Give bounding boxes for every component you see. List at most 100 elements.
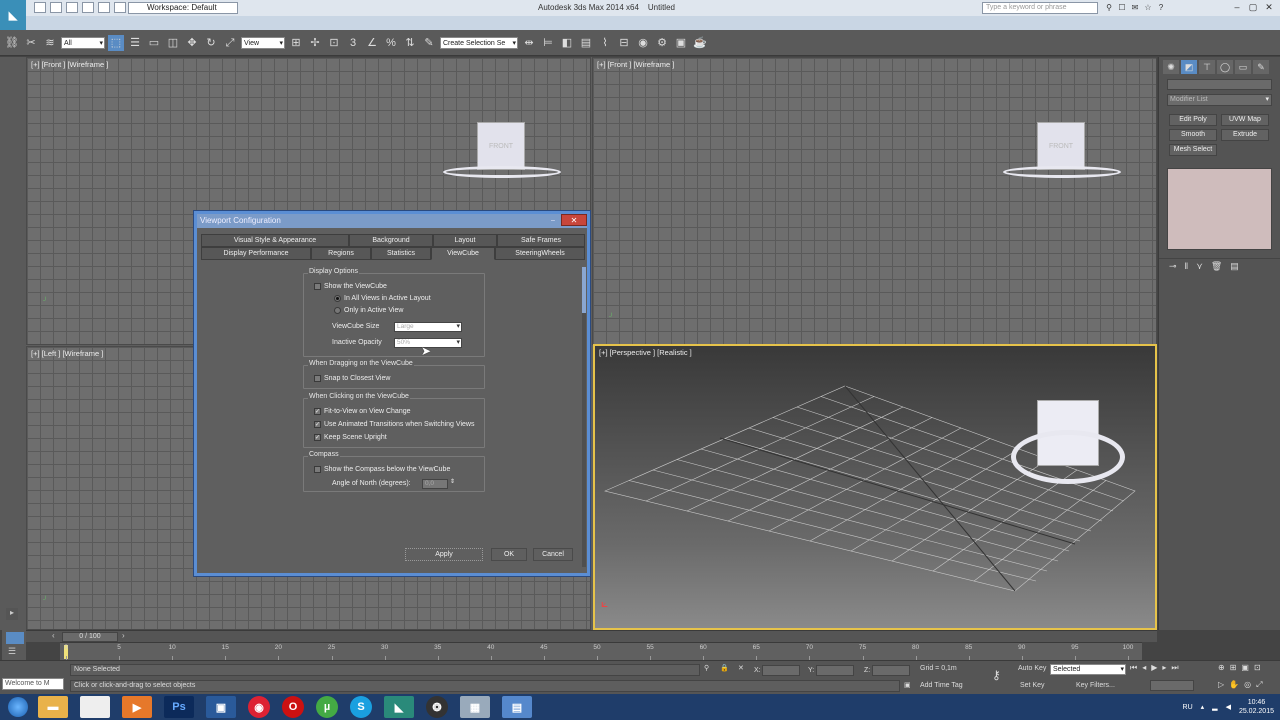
viewcube-ring[interactable]	[1011, 430, 1125, 484]
app-icon[interactable]: ❂	[426, 696, 448, 718]
radio-button[interactable]	[334, 295, 341, 302]
align-icon[interactable]: ⊨	[540, 35, 556, 51]
tab-safe-frames[interactable]: Safe Frames	[497, 234, 585, 247]
time-slider[interactable]: ‹ 0 / 100 ›	[26, 630, 1157, 642]
checkbox[interactable]	[314, 283, 321, 290]
remove-modifier-icon[interactable]: 🗑	[1211, 261, 1222, 272]
next-frame-icon[interactable]: ›	[122, 631, 125, 640]
render-icon[interactable]: ☕	[692, 35, 708, 51]
window-crossing-icon[interactable]: ◫	[165, 35, 181, 51]
rect-region-icon[interactable]: ▭	[146, 35, 162, 51]
z-coord-field[interactable]	[872, 665, 910, 676]
chrome-icon[interactable]: ◉	[248, 696, 270, 718]
prev-key-icon[interactable]: ◂	[1142, 663, 1146, 673]
track-bar[interactable]: 0 5 10 15 20 25 30 35 40 45 50 55 60 65 70 75 80 85 90 95 10…	[60, 642, 1142, 660]
binoculars-icon[interactable]: ⚲	[1104, 2, 1114, 13]
tab-display-performance[interactable]: Display Performance	[201, 247, 311, 260]
angle-north-spinner[interactable]: 0,0	[422, 479, 448, 489]
modifier-button[interactable]: Mesh Select	[1169, 144, 1217, 156]
checkbox[interactable]	[314, 421, 321, 428]
viewcube-ring[interactable]	[443, 166, 561, 178]
fit-to-view-row[interactable]: Fit-to-View on View Change	[314, 408, 411, 415]
search-input[interactable]: Type a keyword or phrase	[982, 2, 1098, 14]
pan-icon[interactable]: ✋	[1229, 680, 1239, 690]
modifier-list-select[interactable]: Modifier List	[1167, 94, 1272, 106]
dialog-title[interactable]: Viewport Configuration – ✕	[197, 214, 587, 228]
time-tag-icon[interactable]: ▣	[904, 680, 911, 692]
auto-key-button[interactable]: Auto Key	[1018, 663, 1046, 675]
grid-toggle-icon[interactable]	[6, 632, 24, 644]
key-mode-select[interactable]: Selected	[1050, 664, 1126, 675]
rotate-icon[interactable]: ↻	[203, 35, 219, 51]
snaps-icon[interactable]: 3	[345, 35, 361, 51]
start-button-icon[interactable]	[8, 697, 28, 717]
tab-layout[interactable]: Layout	[433, 234, 497, 247]
viewport-perspective[interactable]: [+] [Perspective ] [Realistic ] ⟀	[593, 344, 1157, 630]
keep-upright-row[interactable]: Keep Scene Upright	[314, 434, 387, 441]
checkbox[interactable]	[314, 434, 321, 441]
all-views-radio-row[interactable]: In All Views in Active Layout	[334, 295, 431, 302]
tab-regions[interactable]: Regions	[311, 247, 371, 260]
modify-tab-icon[interactable]: ◩	[1181, 60, 1197, 74]
help-icon[interactable]: ?	[1156, 2, 1166, 13]
maxscript-listener[interactable]: Welcome to M	[2, 678, 64, 690]
workspace-select[interactable]: Workspace: Default	[128, 2, 238, 14]
minimize-icon[interactable]: –	[1230, 1, 1244, 14]
radio-button[interactable]	[334, 307, 341, 314]
material-editor-icon[interactable]: ◉	[635, 35, 651, 51]
set-key-button[interactable]: Set Key	[1020, 680, 1045, 692]
render-setup-icon[interactable]: ⚙	[654, 35, 670, 51]
rendered-frame-icon[interactable]: ▣	[673, 35, 689, 51]
motion-tab-icon[interactable]: ◯	[1217, 60, 1233, 74]
select-object-icon[interactable]: ⬚	[108, 34, 124, 51]
checkbox[interactable]	[314, 375, 321, 382]
maximize-icon[interactable]: ▢	[1246, 1, 1260, 14]
hold-icon[interactable]	[114, 2, 126, 13]
media-player-icon[interactable]: ▶	[122, 696, 152, 718]
percent-snap-icon[interactable]: %	[383, 35, 399, 51]
new-file-icon[interactable]	[34, 2, 46, 13]
object-name-field[interactable]	[1167, 79, 1272, 90]
snap-closest-row[interactable]: Snap to Closest View	[314, 375, 390, 382]
named-selection-select[interactable]: Create Selection Se	[440, 36, 518, 49]
play-icon[interactable]: ▶	[1151, 663, 1157, 673]
cancel-button[interactable]: Cancel	[533, 548, 573, 561]
select-manipulate-icon[interactable]: ✢	[307, 35, 323, 51]
opera-icon[interactable]: O	[282, 696, 304, 718]
save-app-icon[interactable]: ▣	[206, 696, 236, 718]
tab-statistics[interactable]: Statistics	[371, 247, 431, 260]
layer-manager-icon[interactable]: ◧	[559, 35, 575, 51]
x-coord-field[interactable]	[762, 665, 800, 676]
show-compass-row[interactable]: Show the Compass below the ViewCube	[314, 466, 450, 473]
viewcube-size-select[interactable]: Large	[394, 322, 462, 332]
ok-button[interactable]: OK	[491, 548, 527, 561]
bind-warp-icon[interactable]: ≋	[42, 35, 58, 51]
move-icon[interactable]: ✥	[184, 35, 200, 51]
show-viewcube-row[interactable]: Show the ViewCube	[314, 283, 387, 290]
subscription-icon[interactable]: ☐	[1117, 2, 1127, 13]
hierarchy-tab-icon[interactable]: ⊤	[1199, 60, 1215, 74]
modifier-button[interactable]: Smooth	[1169, 129, 1217, 141]
link-icon[interactable]: ⛓	[4, 35, 20, 51]
create-tab-icon[interactable]: ✺	[1163, 60, 1179, 74]
orbit-icon[interactable]: ◎	[1244, 680, 1251, 690]
utorrent-icon[interactable]: µ	[316, 696, 338, 718]
checkbox[interactable]	[314, 466, 321, 473]
zoom-extents-icon[interactable]: ▣	[1241, 663, 1249, 672]
go-to-start-icon[interactable]: ⏮	[1130, 663, 1137, 673]
current-frame-field[interactable]	[1150, 680, 1194, 691]
tab-steering-wheels[interactable]: SteeringWheels	[495, 247, 585, 260]
utilities-tab-icon[interactable]: ✎	[1253, 60, 1269, 74]
angle-snap-icon[interactable]: ∠	[364, 35, 380, 51]
notepad-icon[interactable]	[80, 696, 110, 718]
viewport-label[interactable]: [+] [Front ] [Wireframe ]	[597, 60, 674, 69]
mirror-icon[interactable]: ⇹	[521, 35, 537, 51]
show-end-result-icon[interactable]: ‖	[1185, 261, 1189, 272]
network-icon[interactable]: ▂	[1212, 703, 1217, 711]
viewcube-ring[interactable]	[1003, 166, 1121, 178]
viewport-label[interactable]: [+] [Left ] [Wireframe ]	[31, 349, 103, 358]
apply-button[interactable]: Apply	[405, 548, 483, 561]
language-indicator[interactable]: RU	[1183, 704, 1193, 711]
tray-arrow-icon[interactable]: ▴	[1201, 703, 1205, 711]
spinner-arrows-icon[interactable]: ⇕	[450, 478, 455, 485]
